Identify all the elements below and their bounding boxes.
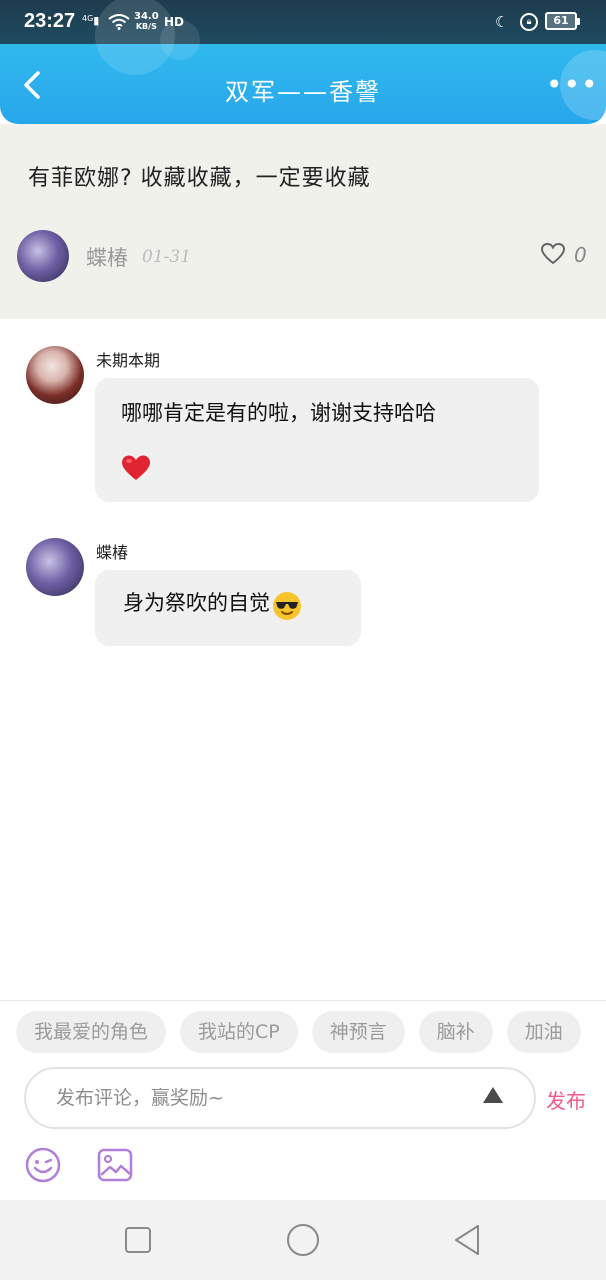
sunglasses-face-icon — [272, 589, 302, 620]
comment-input-box — [24, 1067, 536, 1129]
wifi-icon — [108, 14, 130, 34]
heart-outline-icon[interactable] — [540, 241, 566, 267]
network-type: 4G — [82, 14, 94, 23]
battery-icon: 61 — [545, 12, 580, 30]
post-card: 有菲欧娜? 收藏收藏，一定要收藏 蝶椿 01-31 0 — [0, 124, 606, 319]
emoji-icon[interactable] — [25, 1147, 61, 1183]
avatar[interactable] — [17, 230, 69, 282]
comment-author[interactable]: 未期本期 — [96, 347, 160, 371]
status-time: 23:27 — [24, 10, 76, 32]
status-bar: 23:27 4G▮ 34.0 KB/S HD ☾ 🔒︎ 61 — [0, 0, 606, 44]
recent-apps-icon[interactable] — [120, 1222, 156, 1258]
post-text: 有菲欧娜? 收藏收藏，一定要收藏 — [28, 166, 371, 191]
triangle-up-icon[interactable] — [482, 1085, 504, 1105]
comment-bubble[interactable]: 哪哪肯定是有的啦，谢谢支持哈哈 — [95, 378, 539, 502]
image-icon[interactable] — [97, 1147, 133, 1183]
post-author[interactable]: 蝶椿 — [86, 242, 128, 272]
red-heart-icon — [121, 450, 151, 480]
speed-unit: KB/S — [135, 22, 157, 31]
network-speed: 34.0 KB/S — [134, 12, 159, 32]
page-title: 双军——香謦 — [225, 78, 381, 106]
post-date: 01-31 — [142, 247, 192, 267]
header: 双军——香謦 ••• — [0, 44, 606, 124]
composer-area: 我最爱的角色 我站的CP 神预言 脑补 加油 发布 — [0, 1000, 606, 1200]
quick-tag[interactable]: 神预言 — [311, 1011, 405, 1053]
signal-icon: 4G▮ — [82, 14, 100, 27]
back-triangle-icon[interactable] — [450, 1222, 486, 1258]
quick-tag-list: 我最爱的角色 我站的CP 神预言 脑补 加油 — [16, 1011, 606, 1055]
system-nav-bar — [0, 1200, 606, 1280]
quick-tag[interactable]: 我最爱的角色 — [16, 1011, 167, 1053]
more-dots-icon[interactable]: ••• — [546, 71, 599, 99]
quick-tag[interactable]: 脑补 — [418, 1011, 493, 1053]
moon-icon: ☾ — [495, 13, 509, 31]
like-count: 0 — [574, 243, 587, 267]
comment-bubble[interactable]: 身为祭吹的自觉 — [95, 570, 361, 646]
hd-indicator: HD — [164, 15, 185, 29]
avatar[interactable] — [26, 538, 84, 596]
quick-tag[interactable]: 我站的CP — [180, 1011, 298, 1053]
top-bar: 23:27 4G▮ 34.0 KB/S HD ☾ 🔒︎ 61 双军——香謦 ••… — [0, 0, 606, 124]
home-icon[interactable] — [285, 1222, 321, 1258]
publish-button[interactable]: 发布 — [546, 1085, 586, 1114]
avatar[interactable] — [26, 346, 84, 404]
speed-value: 34.0 — [134, 11, 159, 22]
comment-author[interactable]: 蝶椿 — [96, 539, 128, 563]
comment-text: 身为祭吹的自觉 — [123, 591, 270, 615]
battery-level: 61 — [553, 14, 569, 27]
comment-input[interactable] — [56, 1081, 456, 1115]
quick-tag[interactable]: 加油 — [506, 1011, 581, 1053]
rotation-lock-icon: 🔒︎ — [520, 13, 538, 31]
comment-text: 哪哪肯定是有的啦，谢谢支持哈哈 — [121, 401, 436, 425]
